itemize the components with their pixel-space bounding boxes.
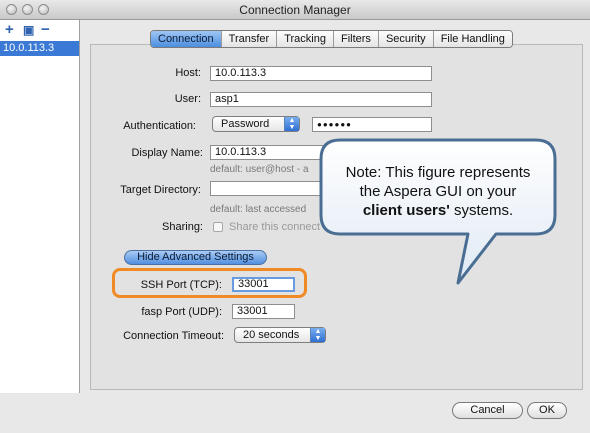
target-directory-label: Target Directory: (120, 184, 201, 196)
share-connection-checkbox[interactable] (213, 222, 223, 232)
updown-arrow-icon: ▲ ▼ (284, 117, 299, 131)
fasp-port-field[interactable]: 33001 (232, 304, 295, 319)
window-title: Connection Manager (239, 3, 351, 17)
connection-timeout-select[interactable]: 20 seconds ▲ ▼ (234, 327, 326, 343)
sharing-label: Sharing: (162, 221, 203, 233)
user-field[interactable]: asp1 (210, 92, 432, 107)
cancel-button[interactable]: Cancel (452, 402, 523, 419)
tab-connection[interactable]: Connection (151, 31, 221, 47)
connection-timeout-label: Connection Timeout: (123, 330, 224, 342)
duplicate-connection-icon[interactable]: ▣ (23, 22, 34, 38)
authentication-select[interactable]: Password ▲ ▼ (212, 116, 300, 132)
share-connection-text: Share this connect (229, 221, 321, 233)
tab-tracking[interactable]: Tracking (276, 31, 333, 47)
tab-bar: Connection Transfer Tracking Filters Sec… (150, 30, 513, 48)
title-bar: Connection Manager (0, 0, 590, 20)
tab-filters[interactable]: Filters (332, 31, 378, 47)
password-field[interactable]: ●●●●●● (312, 117, 432, 132)
display-name-hint: default: user@host - a (210, 164, 309, 175)
connections-sidebar: + ▣ − 10.0.113.3 (0, 20, 80, 393)
add-connection-icon[interactable]: + (5, 22, 14, 38)
display-name-label: Display Name: (131, 147, 203, 159)
authentication-label: Authentication: (123, 120, 196, 132)
note-line-3-bold: client users' (362, 202, 450, 219)
connection-timeout-value: 20 seconds (243, 329, 300, 341)
authentication-value: Password (221, 118, 270, 130)
note-line-2: the Aspera GUI on your (359, 183, 517, 200)
note-callout-text: Note: This figure represents the Aspera … (326, 163, 550, 220)
note-line-3-rest: systems. (449, 202, 514, 219)
note-line-1: Note: This figure represents (345, 164, 531, 181)
fasp-port-label: fasp Port (UDP): (141, 306, 222, 318)
ok-button[interactable]: OK (527, 402, 567, 419)
remove-connection-icon[interactable]: − (41, 22, 50, 38)
host-field[interactable]: 10.0.113.3 (210, 66, 432, 81)
tab-file-handling[interactable]: File Handling (432, 31, 512, 47)
host-label: Host: (175, 67, 201, 79)
tab-transfer[interactable]: Transfer (220, 31, 277, 47)
tab-security[interactable]: Security (377, 31, 433, 47)
user-label: User: (174, 93, 201, 105)
ssh-port-field[interactable]: 33001 (232, 277, 295, 292)
sidebar-item-connection[interactable]: 10.0.113.3 (0, 41, 79, 56)
hide-advanced-settings-button[interactable]: Hide Advanced Settings (124, 250, 267, 265)
updown-arrow-icon: ▲ ▼ (310, 328, 325, 342)
ssh-port-label: SSH Port (TCP): (140, 279, 222, 291)
target-directory-hint: default: last accessed (210, 204, 307, 215)
